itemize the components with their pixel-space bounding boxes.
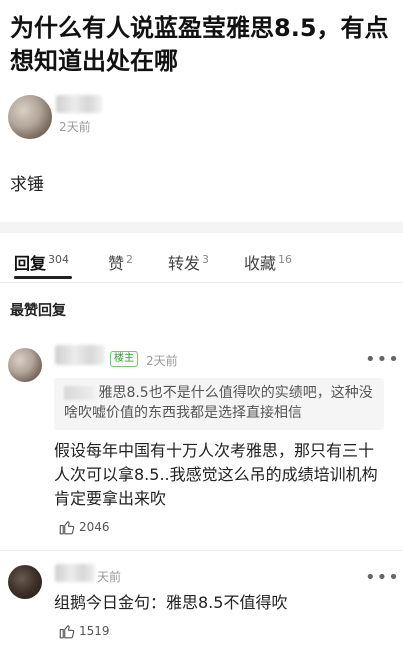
section-divider bbox=[0, 222, 403, 233]
tab-favorites[interactable]: 收藏 16 bbox=[244, 250, 292, 274]
tab-likes[interactable]: 赞2 bbox=[108, 250, 133, 274]
post-title: 为什么有人说蓝盈莹雅思8.5，有点想知道出处在哪 bbox=[10, 14, 389, 75]
tab-replies-count: 304 bbox=[48, 252, 70, 266]
tabs-divider bbox=[0, 282, 403, 283]
author-name-blurred[interactable] bbox=[56, 95, 102, 113]
tab-reposts-label: 转发 bbox=[168, 254, 201, 273]
tab-likes-label: 赞 bbox=[108, 254, 125, 273]
active-tab-indicator bbox=[14, 276, 72, 279]
reply-text: 组鹅今日金句：雅思8.5不值得吹 bbox=[54, 593, 288, 612]
reply-time: 2天前 bbox=[146, 354, 178, 368]
tab-favorites-label: 收藏 bbox=[244, 254, 277, 273]
quoted-author-blurred bbox=[64, 386, 94, 400]
more-dots-icon[interactable]: ••• bbox=[365, 569, 400, 587]
reply-author-name-blurred[interactable] bbox=[55, 345, 105, 365]
reply-avatar[interactable] bbox=[8, 565, 42, 599]
post-time: 2天前 bbox=[59, 120, 91, 134]
tab-likes-count: 2 bbox=[126, 252, 134, 266]
op-badge: 楼主 bbox=[110, 351, 138, 367]
thumbs-up-icon bbox=[59, 625, 75, 639]
like-count: 1519 bbox=[79, 624, 110, 638]
author-avatar[interactable] bbox=[8, 95, 52, 139]
post-body: 求锤 bbox=[10, 175, 44, 195]
tab-replies-label: 回复 bbox=[14, 254, 47, 273]
like-button[interactable]: 1519 bbox=[58, 622, 110, 640]
reply-author-name-blurred[interactable] bbox=[55, 564, 95, 582]
quoted-text: 雅思8.5也不是什么值得吹的实绩吧，这种没啥吹嘘价值的东西我都是选择直接相信 bbox=[64, 385, 373, 421]
more-dots-icon[interactable]: ••• bbox=[365, 351, 400, 369]
like-count: 2046 bbox=[79, 520, 110, 534]
reply-divider bbox=[0, 550, 403, 551]
tab-replies[interactable]: 回复 304 bbox=[14, 250, 69, 274]
tab-reposts-count: 3 bbox=[202, 252, 210, 266]
reply-text: 假设每年中国有十万人次考雅思，那只有三十人次可以拿8.5..我感觉这么吊的成绩培… bbox=[54, 441, 378, 508]
thumbs-up-icon bbox=[59, 521, 75, 535]
tab-favorites-count: 16 bbox=[278, 252, 293, 266]
quoted-reply[interactable]: 雅思8.5也不是什么值得吹的实绩吧，这种没啥吹嘘价值的东西我都是选择直接相信 bbox=[54, 378, 384, 430]
section-title: 最赞回复 bbox=[10, 303, 66, 319]
reply-time: 天前 bbox=[97, 570, 122, 584]
like-button[interactable]: 2046 bbox=[58, 518, 110, 536]
reply-avatar[interactable] bbox=[8, 348, 42, 382]
tab-reposts[interactable]: 转发 3 bbox=[168, 250, 209, 274]
